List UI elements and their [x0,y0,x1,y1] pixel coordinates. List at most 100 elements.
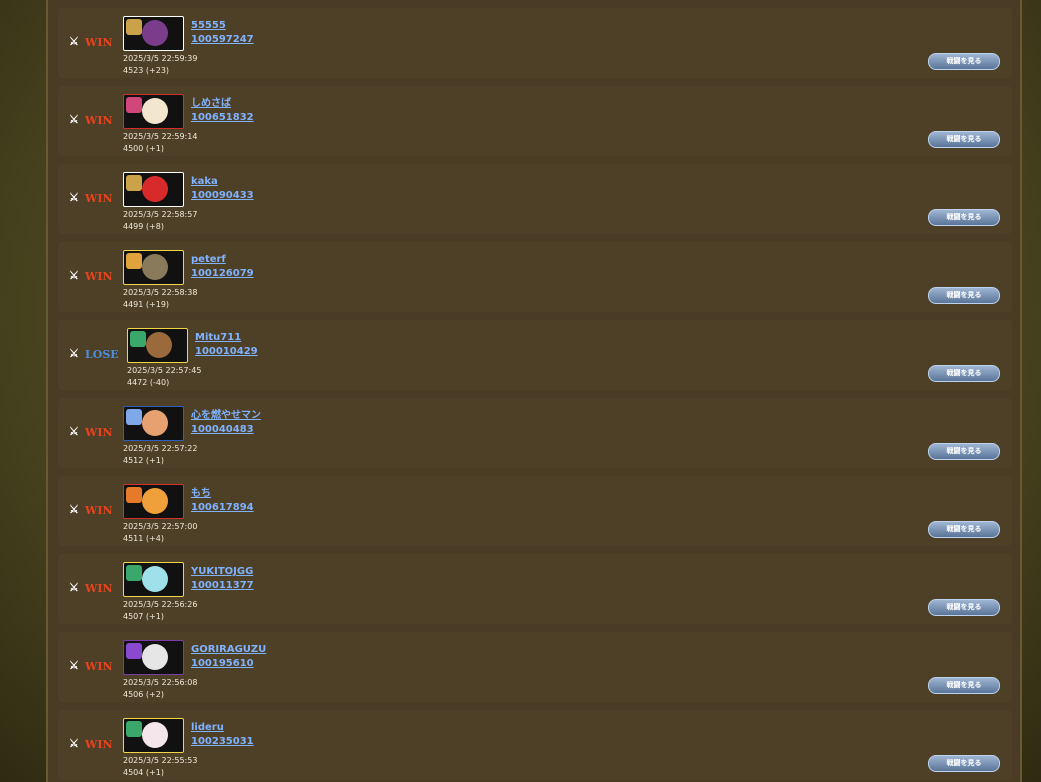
opponent-avatar [123,250,184,285]
battle-meta: 2025/3/5 22:59:39 4523 (+23) [123,53,197,77]
result-badge: ⚔ WIN [69,113,113,127]
cut-in-icon [126,643,142,659]
battle-score: 4523 (+23) [123,66,170,75]
opponent-id-link[interactable]: 100011377 [191,579,254,593]
battle-datetime: 2025/3/5 22:57:45 [127,366,202,375]
cut-in-icon [126,253,142,269]
battle-meta: 2025/3/5 22:55:53 4504 (+1) [123,755,197,779]
battle-log-panel: ⚔ WIN 55555 100597247 2025/3/5 22:59:39 … [46,0,1022,782]
view-battle-button[interactable]: 戦闘を見る [928,53,1000,70]
result-label: WIN [85,503,113,517]
character-portrait-icon [142,176,168,202]
result-badge: ⚔ WIN [69,191,113,205]
opponent-names: peterf 100126079 [191,253,254,281]
crossed-swords-icon: ⚔ [69,113,79,126]
battle-entry: ⚔ WIN GORIRAGUZU 100195610 2025/3/5 22:5… [58,632,1012,702]
opponent-avatar [123,406,184,441]
opponent-name-link[interactable]: kaka [191,175,254,189]
result-badge: ⚔ WIN [69,503,113,517]
cut-in-icon [126,721,142,737]
opponent-name-link[interactable]: lideru [191,721,254,735]
battle-datetime: 2025/3/5 22:55:53 [123,756,198,765]
cut-in-icon [126,97,142,113]
battle-meta: 2025/3/5 22:57:22 4512 (+1) [123,443,197,467]
result-label: WIN [85,35,113,49]
result-label: WIN [85,737,113,751]
opponent-id-link[interactable]: 100235031 [191,735,254,749]
opponent-avatar [123,172,184,207]
battle-score: 4504 (+1) [123,768,164,777]
cut-in-icon [126,565,142,581]
result-label: LOSE [85,347,119,361]
opponent-names: しめさば 100651832 [191,97,254,125]
opponent-id-link[interactable]: 100195610 [191,657,266,671]
cut-in-icon [126,487,142,503]
opponent-name-link[interactable]: peterf [191,253,254,267]
opponent-name-link[interactable]: 心を燃やせマン [191,409,261,423]
battle-datetime: 2025/3/5 22:56:08 [123,678,198,687]
battle-datetime: 2025/3/5 22:58:57 [123,210,198,219]
battle-meta: 2025/3/5 22:56:08 4506 (+2) [123,677,197,701]
result-badge: ⚔ WIN [69,269,113,283]
crossed-swords-icon: ⚔ [69,737,79,750]
battle-datetime: 2025/3/5 22:58:38 [123,288,198,297]
opponent-names: kaka 100090433 [191,175,254,203]
opponent-avatar [123,718,184,753]
opponent-id-link[interactable]: 100617894 [191,501,254,515]
result-badge: ⚔ WIN [69,737,113,751]
result-badge: ⚔ WIN [69,659,113,673]
crossed-swords-icon: ⚔ [69,581,79,594]
view-battle-button[interactable]: 戦闘を見る [928,599,1000,616]
opponent-name-link[interactable]: しめさば [191,97,254,111]
crossed-swords-icon: ⚔ [69,269,79,282]
battle-datetime: 2025/3/5 22:59:39 [123,54,198,63]
view-battle-button[interactable]: 戦闘を見る [928,677,1000,694]
result-badge: ⚔ LOSE [69,347,119,361]
result-label: WIN [85,191,113,205]
battle-entry: ⚔ WIN kaka 100090433 2025/3/5 22:58:57 4… [58,164,1012,234]
opponent-id-link[interactable]: 100010429 [195,345,258,359]
battle-score: 4472 (-40) [127,378,170,387]
opponent-avatar [123,562,184,597]
opponent-id-link[interactable]: 100126079 [191,267,254,281]
crossed-swords-icon: ⚔ [69,425,79,438]
battle-entry: ⚔ WIN lideru 100235031 2025/3/5 22:55:53… [58,710,1012,780]
battle-score: 4507 (+1) [123,612,164,621]
battle-score: 4512 (+1) [123,456,164,465]
view-battle-button[interactable]: 戦闘を見る [928,443,1000,460]
battle-meta: 2025/3/5 22:58:57 4499 (+8) [123,209,197,233]
view-battle-button[interactable]: 戦闘を見る [928,521,1000,538]
opponent-name-link[interactable]: 55555 [191,19,254,33]
opponent-id-link[interactable]: 100040483 [191,423,261,437]
view-battle-button[interactable]: 戦闘を見る [928,365,1000,382]
opponent-id-link[interactable]: 100090433 [191,189,254,203]
battle-meta: 2025/3/5 22:57:00 4511 (+4) [123,521,197,545]
opponent-names: 心を燃やせマン 100040483 [191,409,261,437]
opponent-name-link[interactable]: Mitu711 [195,331,258,345]
cut-in-icon [130,331,146,347]
crossed-swords-icon: ⚔ [69,659,79,672]
view-battle-button[interactable]: 戦闘を見る [928,755,1000,772]
opponent-name-link[interactable]: YUKITOJGG [191,565,254,579]
battle-meta: 2025/3/5 22:59:14 4500 (+1) [123,131,197,155]
opponent-name-link[interactable]: GORIRAGUZU [191,643,266,657]
battle-score: 4499 (+8) [123,222,164,231]
battle-entry: ⚔ WIN しめさば 100651832 2025/3/5 22:59:14 4… [58,86,1012,156]
character-portrait-icon [142,566,168,592]
cut-in-icon [126,175,142,191]
character-portrait-icon [142,98,168,124]
battle-entry: ⚔ WIN 心を燃やせマン 100040483 2025/3/5 22:57:2… [58,398,1012,468]
battle-entry: ⚔ LOSE Mitu711 100010429 2025/3/5 22:57:… [58,320,1012,390]
result-label: WIN [85,113,113,127]
result-badge: ⚔ WIN [69,425,113,439]
view-battle-button[interactable]: 戦闘を見る [928,131,1000,148]
opponent-id-link[interactable]: 100597247 [191,33,254,47]
view-battle-button[interactable]: 戦闘を見る [928,287,1000,304]
opponent-name-link[interactable]: もち [191,487,254,501]
opponent-names: 55555 100597247 [191,19,254,47]
cut-in-icon [126,409,142,425]
view-battle-button[interactable]: 戦闘を見る [928,209,1000,226]
opponent-id-link[interactable]: 100651832 [191,111,254,125]
opponent-names: もち 100617894 [191,487,254,515]
result-label: WIN [85,269,113,283]
